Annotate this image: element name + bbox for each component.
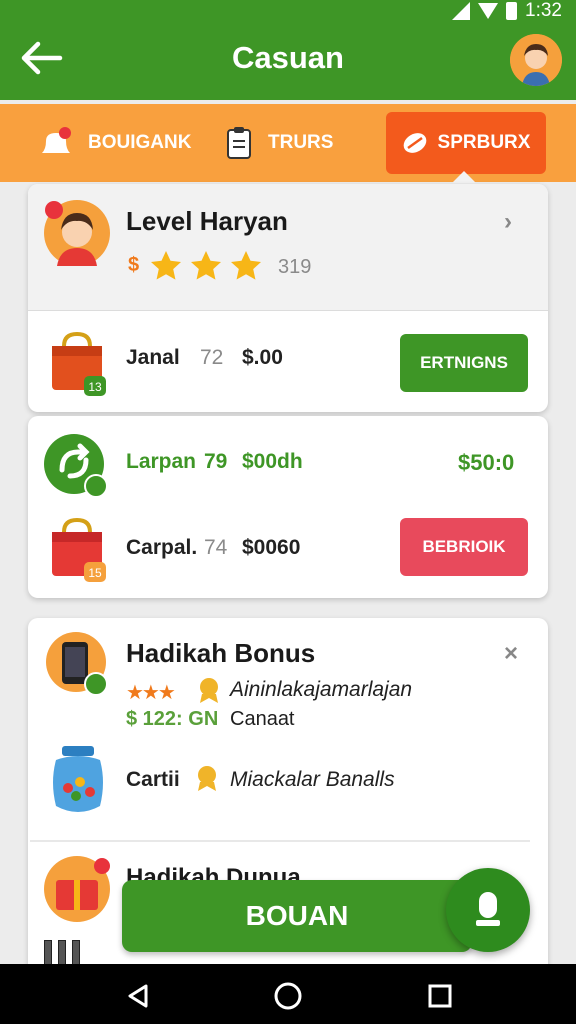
tab-label: BOUIGANK [88,132,192,153]
bouan-button[interactable]: BOUAN [122,880,472,952]
item-qty: 72 [200,346,224,369]
item-price: $.00 [242,346,283,369]
item-name: Janal [126,346,180,369]
battery-icon [506,2,518,20]
status-bar: 1:32 [452,0,562,22]
close-icon[interactable]: × [504,640,518,668]
bebriok-button[interactable]: BEBRIOIK [400,518,528,576]
items-card: Larpan 79 $00dh $50:0 15 Carpal. 74 $006… [28,416,548,598]
wifi-icon [478,3,499,19]
medal-icon [200,678,218,703]
bar-icon [72,940,80,966]
user-avatar[interactable] [510,34,562,86]
item2-desc: Miackalar Banalls [230,768,395,791]
tab-bar: BOUIGANK TRURS SPRBURX [0,104,576,182]
signal-icon [452,2,471,20]
gift-bag-icon: 13 [52,331,106,396]
page-title: Casuan [232,40,344,75]
item-name: Carpal. [126,536,198,559]
tab-label: SPRBURX [437,132,531,153]
star-rating [148,248,264,284]
item-name: Larpan [126,450,197,473]
avatar-icon [44,200,110,266]
system-nav-bar [0,964,576,1024]
item-price: $00dh [242,450,303,473]
refresh-icon [44,434,108,498]
phone-icon [46,632,108,696]
tab-trurs[interactable]: TRURS [224,112,333,174]
bonus-line2: Canaat [230,708,295,730]
leaf-icon [403,133,426,153]
star-icon [151,251,181,280]
nav-recents-icon[interactable] [426,982,454,1010]
nav-home-icon[interactable] [272,980,304,1012]
badge-text: 15 [88,566,102,580]
bonus-line1: Aininlakajamarlajan [230,678,413,701]
item-price: $0060 [242,536,301,559]
tab-sprburx[interactable]: SPRBURX [386,112,546,174]
item-qty: 79 [204,450,228,473]
badge-text: 13 [88,380,102,394]
nav-back-icon[interactable] [124,982,152,1010]
gift-box-icon [44,856,110,922]
close-icon[interactable]: › [504,208,512,236]
divider [30,840,530,842]
app-bar: 1:32 Casuan [0,0,576,100]
bonus-price: $ 122: GN [126,708,219,730]
item2-name: Cartii [126,768,180,791]
bar-icon [44,940,52,966]
tab-bouigank[interactable]: BOUIGANK [38,112,191,174]
bonus-title: Hadikah Bonus [126,638,316,668]
candy-jar-icon [53,746,103,812]
gift-bag-icon: 15 [52,517,106,582]
microphone-fab[interactable] [446,868,530,952]
rating-count: 319 [278,256,312,278]
star-icon [231,251,261,280]
small-stars: ★★★ [126,682,176,704]
level-title: Level Haryan [126,206,288,236]
currency-symbol: $ [128,254,140,276]
clipboard-icon [227,127,251,159]
star-icon [191,251,221,280]
item-right-price: $50:0 [458,450,515,475]
medal-icon [198,766,216,791]
status-time: 1:32 [525,0,562,21]
erting-button[interactable]: ERTNIGNS [400,334,528,392]
microphone-icon [476,892,500,926]
active-tab-indicator [452,171,476,183]
level-card: Level Haryan $ 319 › 13 Janal 72 $.00 ER… [28,184,548,412]
bell-icon [42,127,71,153]
item-qty: 74 [204,536,228,559]
tab-label: TRURS [268,132,334,153]
bar-icon [58,940,66,966]
